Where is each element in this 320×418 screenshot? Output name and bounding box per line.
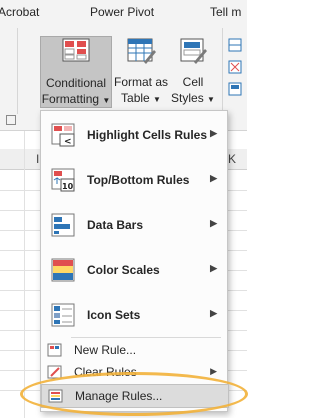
format-as-table-button[interactable]: Format as Table ▼ (113, 36, 169, 106)
format-as-table-label-2: Table (121, 91, 150, 105)
group-separator (17, 28, 18, 114)
icon-sets-icon (50, 301, 78, 329)
format-as-table-label-1: Format as (113, 75, 168, 89)
group-launcher-icon[interactable] (6, 115, 16, 125)
menu-item-label: Data Bars (87, 218, 144, 232)
tab-tell-me[interactable]: Tell m (210, 5, 241, 19)
delete-cells-icon[interactable] (228, 60, 244, 79)
ribbon-tab-strip: Acrobat Power Pivot Tell m (0, 0, 247, 22)
menu-item-color-scales[interactable]: Color Scales ▶ (41, 250, 227, 292)
top-bottom-icon: 10 (50, 166, 78, 194)
conditional-formatting-menu: < Highlight Cells Rules ▶ 10 Top/Bottom … (40, 110, 229, 412)
column-header[interactable]: I (36, 152, 39, 166)
cell-styles-label-1: Cell (182, 75, 204, 89)
conditional-formatting-label-2: Formatting (41, 92, 100, 106)
tab-power-pivot[interactable]: Power Pivot (90, 5, 154, 19)
menu-item-label: Top/Bottom Rules (87, 173, 190, 187)
highlight-ellipse (20, 372, 248, 416)
submenu-arrow-icon: ▶ (210, 128, 217, 138)
submenu-arrow-icon: ▶ (210, 308, 217, 318)
submenu-arrow-icon: ▶ (210, 218, 217, 228)
dropdown-arrow-icon: ▼ (153, 95, 161, 104)
menu-item-new-rule[interactable]: New Rule... (41, 339, 227, 361)
data-bars-icon (50, 211, 78, 239)
menu-item-label: New Rule... (74, 343, 137, 357)
menu-separator (71, 337, 221, 338)
insert-cells-icon[interactable] (228, 38, 244, 57)
format-cells-icon[interactable] (228, 82, 244, 101)
menu-item-label: Color Scales (87, 263, 160, 277)
menu-item-highlight-cells-rules[interactable]: < Highlight Cells Rules ▶ (41, 115, 227, 157)
dropdown-arrow-icon: ▼ (102, 96, 111, 105)
format-as-table-icon (126, 36, 156, 70)
highlight-cells-icon: < (50, 121, 78, 149)
svg-text:<: < (64, 137, 72, 147)
cell-styles-label-2: Styles (171, 91, 204, 105)
conditional-formatting-label-1: Conditional (45, 76, 107, 90)
tab-acrobat[interactable]: Acrobat (0, 5, 39, 19)
svg-text:10: 10 (62, 182, 74, 191)
submenu-arrow-icon: ▶ (210, 263, 217, 273)
submenu-arrow-icon: ▶ (210, 366, 217, 376)
conditional-formatting-button[interactable]: Conditional Formatting ▼ (40, 36, 112, 108)
menu-item-top-bottom-rules[interactable]: 10 Top/Bottom Rules ▶ (41, 160, 227, 202)
cell-styles-icon (178, 36, 208, 70)
color-scales-icon (50, 256, 78, 284)
submenu-arrow-icon: ▶ (210, 173, 217, 183)
conditional-formatting-icon (60, 37, 92, 71)
menu-item-data-bars[interactable]: Data Bars ▶ (41, 205, 227, 247)
menu-item-label: Highlight Cells Rules (87, 128, 208, 142)
dropdown-arrow-icon: ▼ (207, 95, 215, 104)
menu-item-label: Icon Sets (87, 308, 141, 322)
column-header[interactable]: K (228, 152, 236, 166)
grid-line (24, 131, 25, 418)
menu-item-icon-sets[interactable]: Icon Sets ▶ (41, 295, 227, 337)
group-separator (222, 28, 223, 114)
new-rule-icon (47, 342, 63, 358)
cell-styles-button[interactable]: Cell Styles ▼ (168, 36, 218, 106)
